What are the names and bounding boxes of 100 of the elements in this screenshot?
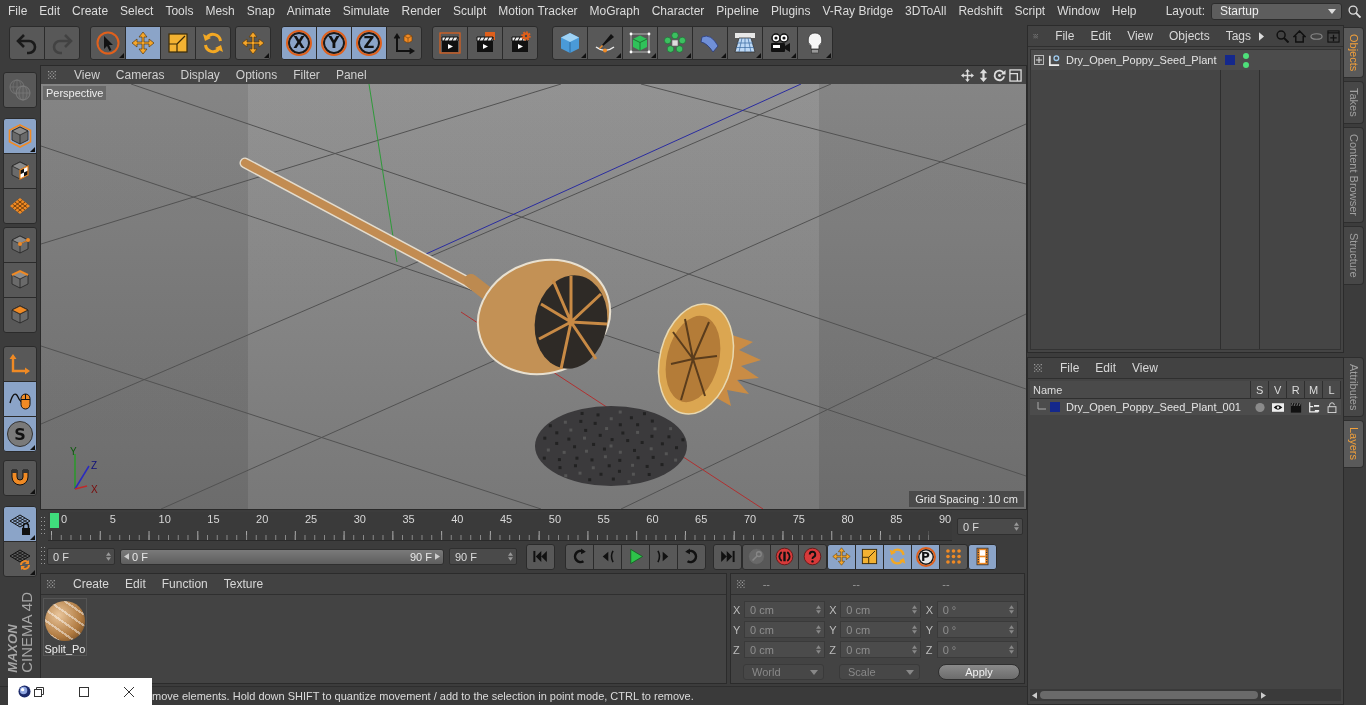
menu-item[interactable]: Snap — [240, 0, 281, 22]
side-tab[interactable]: Attributes — [1344, 357, 1364, 418]
menu-item[interactable]: Help — [1105, 0, 1143, 22]
snap-button[interactable] — [3, 460, 37, 496]
menu-item[interactable]: Pipeline — [710, 0, 766, 22]
start-frame-field[interactable]: 0 F — [47, 548, 115, 565]
tweak-mode-button[interactable] — [3, 381, 37, 417]
menu-item[interactable]: View — [66, 68, 108, 82]
search-icon[interactable] — [1348, 4, 1361, 18]
menu-item[interactable]: Edit — [1087, 361, 1125, 375]
menu-item[interactable]: Filter — [285, 68, 328, 82]
preview-range-slider[interactable]: 0 F 90 F — [120, 548, 444, 565]
material-item[interactable]: Split_Po — [43, 598, 87, 656]
layer-swatch-icon[interactable] — [1050, 402, 1060, 412]
clapperboard-icon[interactable] — [1290, 401, 1303, 413]
horizontal-scrollbar[interactable] — [1030, 689, 1341, 701]
menu-item[interactable]: Objects — [1160, 29, 1218, 43]
workplane-cycle-button[interactable] — [3, 541, 37, 577]
menu-item[interactable]: Edit — [33, 0, 67, 22]
menu-item[interactable]: Script — [1008, 0, 1052, 22]
menu-item[interactable]: Tools — [159, 0, 200, 22]
menu-item[interactable]: Motion Tracker — [492, 0, 584, 22]
eye-icon[interactable] — [1272, 401, 1285, 413]
column-header[interactable]: Name — [1030, 381, 1252, 398]
cube-button[interactable] — [552, 25, 588, 60]
hierarchy-icon[interactable] — [1308, 401, 1321, 413]
scale-button[interactable] — [855, 543, 884, 570]
four-way-arrows-icon[interactable] — [961, 68, 974, 82]
current-frame-field[interactable]: 0 F — [957, 518, 1023, 535]
layer-swatch-icon[interactable] — [1225, 55, 1235, 65]
apply-button[interactable]: Apply — [938, 664, 1020, 680]
menu-item[interactable]: Edit — [1082, 29, 1120, 43]
left-arrow-icon[interactable] — [1032, 691, 1037, 699]
menu-item[interactable]: Function — [153, 577, 216, 591]
object-row[interactable]: Dry_Open_Poppy_Seed_Plant — [1031, 50, 1340, 70]
side-tab[interactable]: Structure — [1344, 226, 1364, 285]
parameter-key-button[interactable]: P — [911, 543, 940, 570]
floor-button[interactable] — [727, 25, 763, 60]
menu-item[interactable]: File — [1047, 29, 1083, 43]
column-header[interactable]: M — [1305, 381, 1324, 398]
right-triangle-icon[interactable] — [435, 553, 440, 560]
end-frame-field[interactable]: 90 F — [449, 548, 517, 565]
position-key-button[interactable] — [827, 543, 856, 570]
render-view-button[interactable] — [432, 25, 468, 60]
menu-item[interactable]: Animate — [280, 0, 337, 22]
autokey-button[interactable] — [770, 543, 799, 570]
menu-item[interactable]: Window — [1051, 0, 1106, 22]
key-selection-button[interactable] — [798, 543, 827, 570]
menu-item[interactable]: Sculpt — [446, 0, 493, 22]
texture-mode-button[interactable] — [3, 153, 37, 189]
render-picture-viewer-button[interactable] — [467, 25, 503, 60]
axis-lock-button[interactable]: Y — [316, 25, 352, 60]
timeline-button[interactable] — [968, 543, 997, 570]
expand-icon[interactable] — [1034, 55, 1044, 65]
menu-item[interactable]: Display — [172, 68, 228, 82]
menu-item[interactable]: V-Ray Bridge — [816, 0, 900, 22]
close-button[interactable] — [123, 685, 135, 698]
layer-row[interactable]: Dry_Open_Poppy_Seed_Plant_001 — [1030, 399, 1341, 415]
menu-item[interactable]: Mesh — [199, 0, 241, 22]
light-button[interactable] — [797, 25, 833, 60]
right-arrow-icon[interactable] — [1261, 691, 1266, 699]
coordinate-system-button[interactable] — [386, 25, 422, 60]
next-key-button[interactable] — [677, 543, 706, 570]
menu-item[interactable]: View — [1119, 29, 1161, 43]
menu-item[interactable]: Options — [227, 68, 286, 82]
live-selection-button[interactable] — [90, 25, 126, 60]
layout-dropdown[interactable]: Startup — [1211, 2, 1342, 20]
menu-item[interactable]: MoGraph — [583, 0, 646, 22]
menu-item[interactable]: Render — [395, 0, 447, 22]
axis-lock-button[interactable]: Z — [351, 25, 387, 60]
camera-button[interactable] — [762, 25, 798, 60]
go-to-start-button[interactable] — [526, 543, 555, 570]
column-header[interactable]: S — [1251, 381, 1270, 398]
menu-item[interactable]: View — [1124, 361, 1166, 375]
side-tab[interactable]: Content Browser — [1344, 127, 1364, 223]
play-button[interactable] — [621, 543, 650, 570]
menu-item[interactable]: Tags — [1217, 29, 1259, 43]
menu-item[interactable]: Edit — [117, 577, 154, 591]
menu-item[interactable]: Cameras — [107, 68, 173, 82]
circular-arrow-icon[interactable] — [993, 68, 1006, 82]
point-level-button[interactable] — [939, 543, 968, 570]
scale-button[interactable] — [160, 25, 196, 60]
undo-button[interactable] — [9, 25, 45, 60]
side-tab[interactable]: Takes — [1344, 81, 1364, 125]
previous-key-button[interactable] — [565, 543, 594, 570]
menu-item[interactable]: Create — [65, 577, 118, 591]
menu-item[interactable]: Select — [114, 0, 160, 22]
menu-item[interactable]: Create — [66, 0, 115, 22]
render-settings-button[interactable] — [502, 25, 538, 60]
column-header[interactable]: V — [1269, 381, 1288, 398]
next-frame-button[interactable] — [649, 543, 678, 570]
solo-button[interactable]: S — [3, 416, 37, 452]
nested-squares-icon[interactable] — [1009, 68, 1022, 82]
transform-button[interactable] — [235, 25, 271, 60]
up-down-arrows-icon[interactable] — [977, 68, 990, 82]
circle-dot-icon[interactable] — [1254, 401, 1267, 413]
menu-item[interactable]: Redshift — [952, 0, 1009, 22]
subdivision-button[interactable] — [622, 25, 658, 60]
menu-item[interactable]: 3DToAll — [899, 0, 953, 22]
axis-mode-button[interactable] — [3, 346, 37, 382]
